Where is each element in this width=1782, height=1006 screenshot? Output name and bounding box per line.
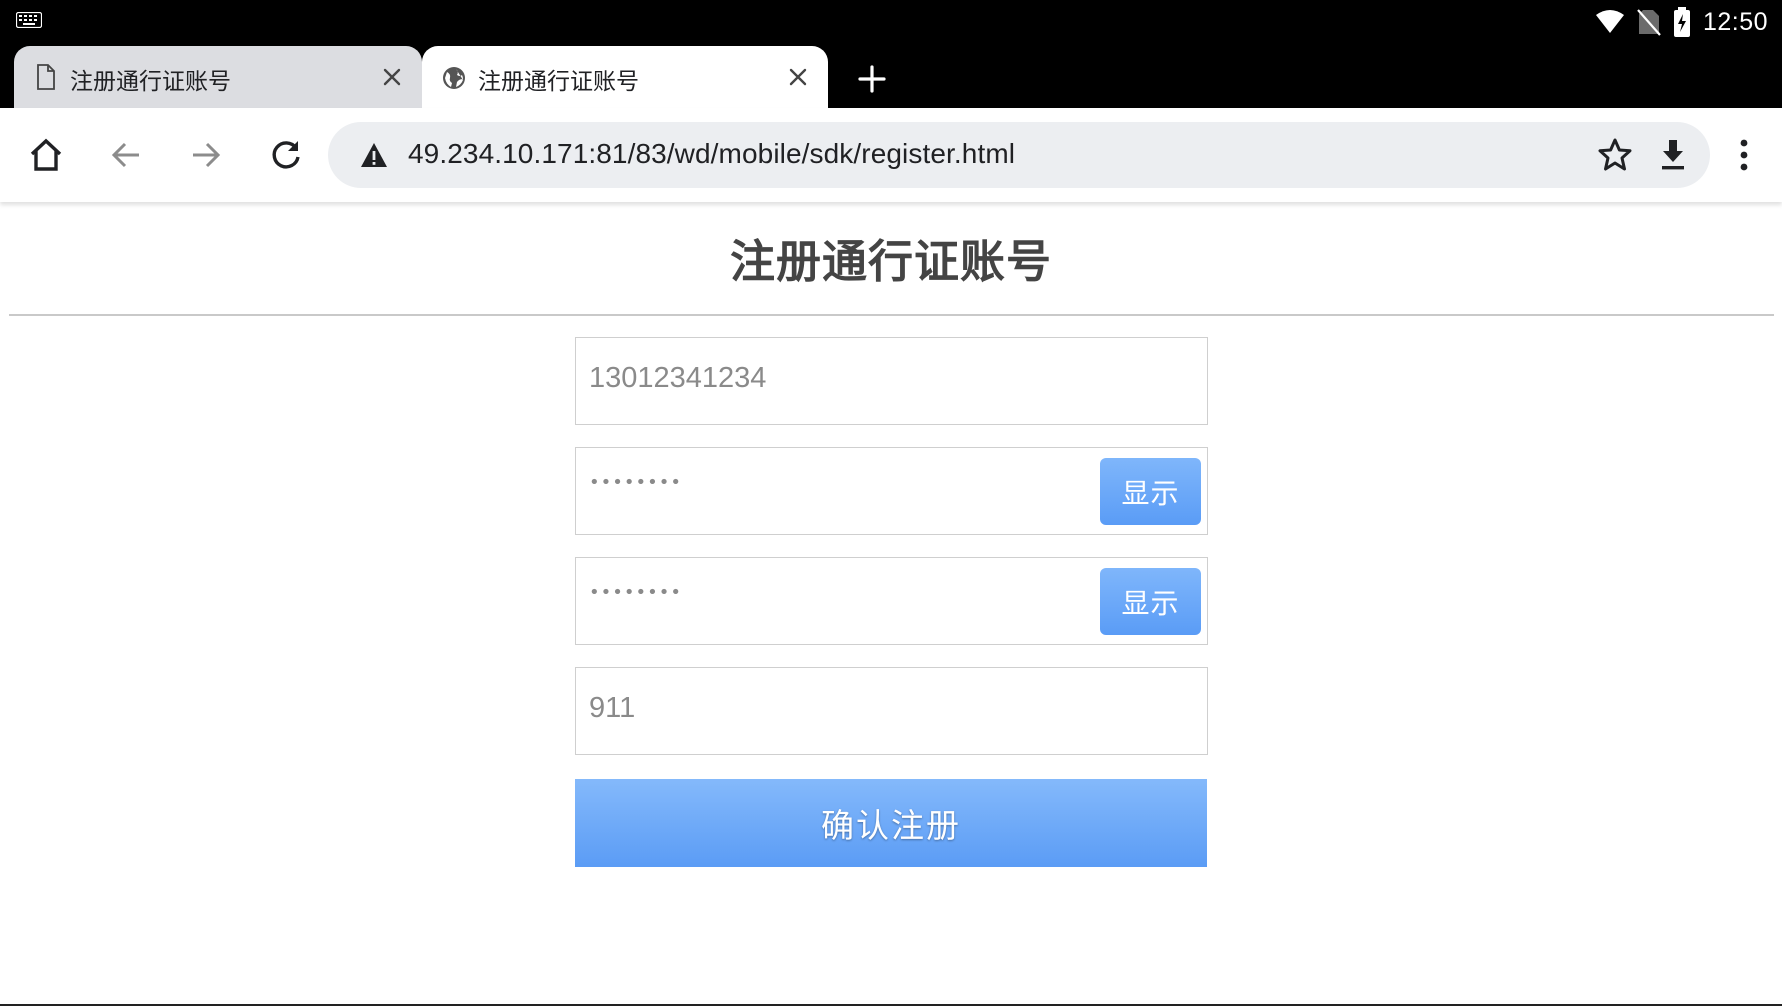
wifi-icon [1595, 10, 1624, 33]
tab-title: 注册通行证账号 [70, 69, 231, 95]
show-confirm-password-button[interactable]: 显示 [1100, 568, 1201, 635]
confirm-password-mask: •••••••• [589, 582, 682, 603]
show-password-button[interactable]: 显示 [1100, 458, 1201, 525]
title-divider [9, 314, 1774, 316]
tab-inactive[interactable]: 注册通行证账号 [14, 46, 422, 108]
page-title: 注册通行证账号 [729, 235, 1052, 288]
more-vert-icon [1740, 139, 1748, 171]
tab-strip: 注册通行证账号 注册通行证账号 [0, 42, 1782, 108]
phone-input-value: 13012341234 [589, 362, 767, 394]
page-content: 注册通行证账号 13012341234 •••••••• 显示 ••••••••… [0, 202, 1782, 1006]
address-bar[interactable]: 49.234.10.171:81/83/wd/mobile/sdk/regist… [328, 122, 1710, 188]
verification-code-input[interactable]: 911 [575, 667, 1208, 755]
back-arrow-icon [111, 142, 139, 168]
new-tab-plus-icon[interactable] [855, 62, 889, 96]
reload-button[interactable] [264, 133, 308, 177]
browser-toolbar: 49.234.10.171:81/83/wd/mobile/sdk/regist… [0, 108, 1782, 202]
verification-code-value: 911 [589, 692, 636, 724]
warning-icon[interactable] [360, 142, 388, 168]
confirm-register-button[interactable]: 确认注册 [575, 779, 1207, 867]
home-icon [30, 138, 62, 171]
download-icon[interactable] [1654, 136, 1692, 174]
browser-window: 12:50 注册通行证账号 注册通行证账号 49.234.10.171:81/8… [0, 0, 1782, 1006]
star-icon[interactable] [1596, 136, 1634, 174]
keyboard-icon [16, 12, 42, 28]
home-button[interactable] [24, 133, 68, 177]
confirm-password-input[interactable]: •••••••• 显示 [575, 557, 1208, 645]
password-input[interactable]: •••••••• 显示 [575, 447, 1208, 535]
more-menu-button[interactable] [1722, 133, 1766, 177]
globe-icon [443, 67, 465, 89]
close-icon[interactable] [378, 63, 406, 91]
status-time: 12:50 [1702, 7, 1768, 36]
no-sim-icon [1637, 9, 1661, 36]
reload-icon [272, 141, 300, 169]
battery-charging-icon [1673, 7, 1690, 37]
forward-button[interactable] [184, 133, 228, 177]
document-icon [37, 64, 55, 90]
back-button[interactable] [104, 133, 148, 177]
url-text[interactable]: 49.234.10.171:81/83/wd/mobile/sdk/regist… [408, 138, 1015, 170]
status-bar: 12:50 [0, 0, 1782, 42]
tab-title: 注册通行证账号 [478, 69, 639, 95]
phone-input[interactable]: 13012341234 [575, 337, 1208, 425]
password-mask: •••••••• [589, 472, 682, 493]
forward-arrow-icon [193, 142, 221, 168]
status-icons: 12:50 [1595, 6, 1768, 38]
close-icon[interactable] [784, 63, 812, 91]
tab-active[interactable]: 注册通行证账号 [422, 46, 828, 108]
